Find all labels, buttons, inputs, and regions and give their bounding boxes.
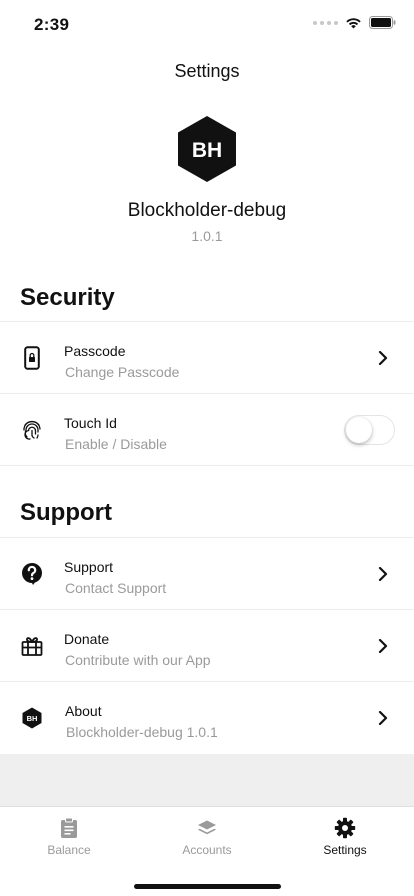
content-footer-area (0, 754, 414, 806)
battery-icon (369, 16, 396, 29)
app-logo-text: BH (192, 139, 222, 162)
app-version: 1.0.1 (191, 228, 223, 244)
about-row[interactable]: BH About Blockholder-debug 1.0.1 (0, 681, 414, 753)
tab-label-accounts: Accounts (182, 843, 232, 857)
chevron-right-icon (378, 710, 388, 726)
chevron-right-icon (378, 638, 388, 654)
clipboard-icon (61, 817, 77, 838)
status-indicators (313, 16, 396, 29)
section-divider (0, 465, 414, 466)
donate-row[interactable]: Donate Contribute with our App (0, 609, 414, 681)
about-logo-text: BH (27, 714, 38, 723)
tab-accounts[interactable]: Accounts (138, 817, 276, 865)
phone-lock-icon (21, 346, 43, 370)
chevron-right-icon (378, 350, 388, 366)
app-name: Blockholder-debug (127, 200, 287, 221)
support-row[interactable]: Support Contact Support (0, 537, 414, 609)
tab-label-settings: Settings (323, 843, 367, 857)
passcode-row[interactable]: Passcode Change Passcode (0, 321, 414, 393)
passcode-title: Passcode (64, 343, 126, 359)
section-title-support: Support (20, 499, 112, 526)
support-title: Support (64, 559, 114, 575)
touch-id-row: Touch Id Enable / Disable (0, 393, 414, 465)
toggle-knob (346, 417, 372, 443)
about-title: About (65, 703, 102, 719)
touch-id-title: Touch Id (64, 415, 117, 431)
help-icon (21, 562, 43, 586)
fingerprint-icon (21, 418, 43, 442)
tab-bar: Balance Accounts Settings (0, 806, 414, 896)
signal-icon (313, 20, 338, 25)
page-title: Settings (174, 61, 240, 81)
donate-title: Donate (64, 631, 110, 647)
touch-id-toggle[interactable] (344, 415, 395, 445)
passcode-subtitle: Change Passcode (65, 364, 180, 380)
layers-icon (198, 820, 216, 835)
wifi-icon (346, 17, 361, 28)
touch-id-subtitle: Enable / Disable (65, 436, 167, 452)
gift-icon (21, 634, 43, 658)
section-title-security: Security (20, 284, 115, 311)
chevron-right-icon (378, 566, 388, 582)
status-time: 2:39 (34, 15, 70, 34)
tab-balance[interactable]: Balance (0, 817, 138, 865)
home-indicator (134, 884, 281, 889)
bh-logo-icon: BH (21, 706, 43, 730)
gear-icon (334, 817, 356, 839)
support-subtitle: Contact Support (65, 580, 167, 596)
app-logo: BH (178, 116, 236, 182)
about-subtitle: Blockholder-debug 1.0.1 (66, 724, 218, 740)
tab-settings[interactable]: Settings (276, 817, 414, 865)
donate-subtitle: Contribute with our App (65, 652, 211, 668)
status-bar: 2:39 (0, 0, 414, 48)
tab-label-balance: Balance (47, 843, 91, 857)
